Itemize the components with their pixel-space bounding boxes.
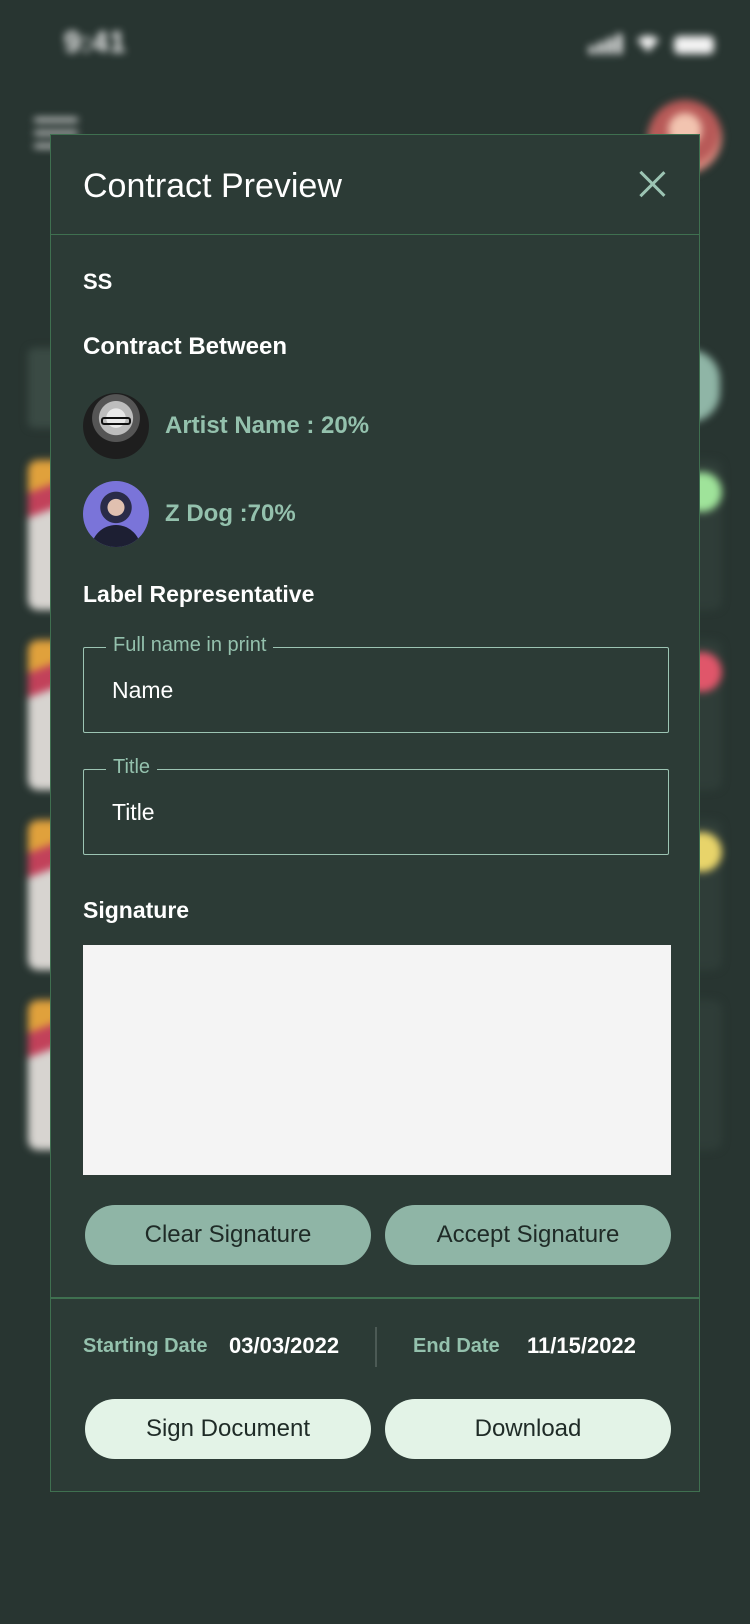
download-button[interactable]: Download [385, 1399, 671, 1459]
end-date-label: End Date [413, 1335, 500, 1357]
label-representative-heading: Label Representative [83, 581, 315, 607]
party-item: Artist Name : 20% [83, 393, 369, 459]
title-field: Title [83, 756, 669, 855]
full-name-field: Full name in print [83, 634, 669, 733]
field-legend: Title [106, 756, 158, 779]
sign-document-button[interactable]: Sign Document [85, 1399, 371, 1459]
signal-icon [589, 34, 622, 54]
start-date-label: Starting Date [83, 1335, 208, 1357]
contract-preview-modal: Contract Preview SS Contract Between Art… [50, 134, 700, 1492]
contract-subtitle: SS [83, 269, 113, 294]
modal-header: Contract Preview [51, 135, 699, 235]
field-legend: Full name in print [106, 634, 274, 657]
status-icons [589, 32, 714, 54]
battery-icon [674, 36, 714, 54]
start-date-value: 03/03/2022 [229, 1333, 340, 1358]
clear-signature-button[interactable]: Clear Signature [85, 1205, 371, 1265]
avatar [83, 481, 149, 547]
full-name-input[interactable] [112, 674, 632, 706]
modal-title: Contract Preview [83, 167, 342, 205]
end-date-value: 11/15/2022 [527, 1333, 636, 1358]
party-label: Z Dog :70% [165, 500, 296, 527]
close-icon[interactable] [635, 167, 669, 201]
title-input[interactable] [112, 796, 632, 828]
footer-divider [51, 1297, 699, 1299]
status-time: 9:41 [64, 26, 127, 59]
signature-heading: Signature [83, 897, 190, 923]
contract-between-heading: Contract Between [83, 333, 288, 360]
avatar [83, 393, 149, 459]
accept-signature-button[interactable]: Accept Signature [385, 1205, 671, 1265]
party-label: Artist Name : 20% [165, 412, 370, 439]
date-separator [375, 1327, 377, 1367]
signature-pad[interactable] [83, 945, 671, 1175]
party-item: Z Dog :70% [83, 481, 296, 547]
wifi-icon [637, 35, 659, 52]
